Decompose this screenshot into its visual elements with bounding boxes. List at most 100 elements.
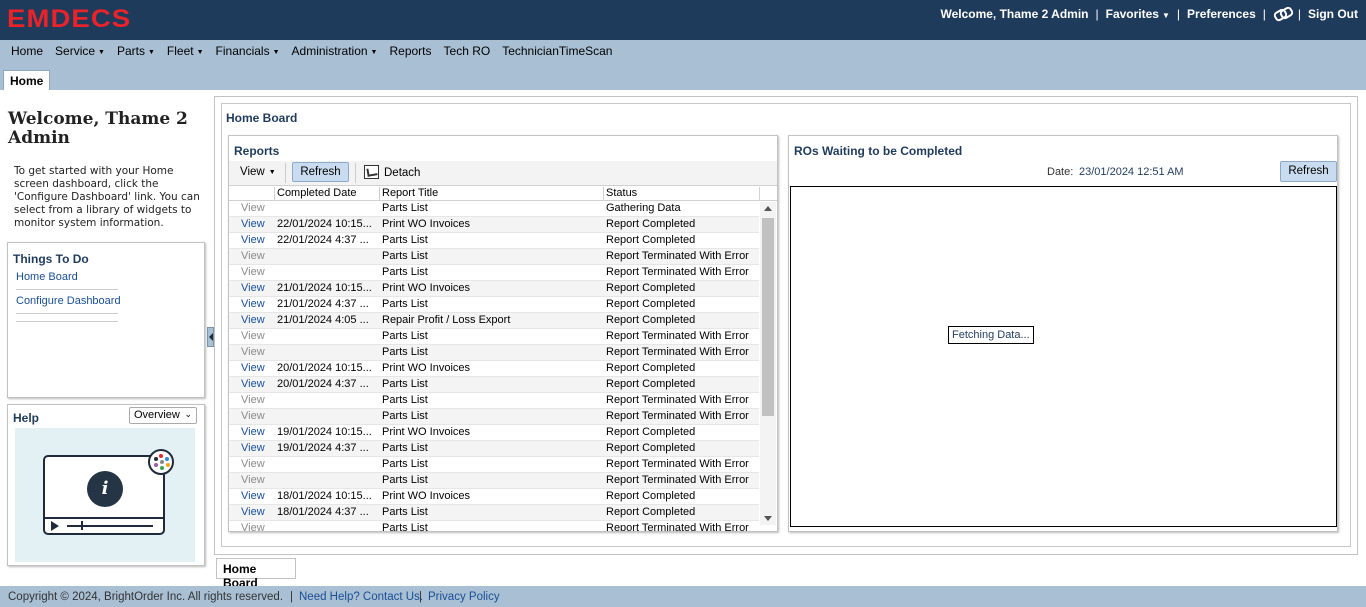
nav-item-parts[interactable]: Parts ▼ (117, 44, 155, 58)
reports-grid-header: Completed Date Report Title Status (229, 185, 777, 201)
table-row: View 20/01/2024 4:37 ... Parts List Report … (229, 377, 759, 393)
help-topic-select[interactable]: Overview ⌄ (129, 407, 197, 424)
detach-button[interactable]: Detach (384, 167, 420, 179)
report-title-cell: Print WO Invoices (382, 218, 471, 230)
scroll-up-icon[interactable] (764, 206, 772, 211)
reports-title: Reports (234, 144, 280, 158)
report-title-cell: Parts List (382, 346, 428, 358)
scroll-thumb[interactable] (762, 218, 774, 416)
completed-date-cell: 20/01/2024 4:37 ... (277, 378, 369, 390)
status-cell: Report Completed (606, 426, 696, 438)
status-cell: Gathering Data (606, 202, 681, 214)
status-cell: Report Terminated With Error (606, 346, 749, 358)
header-user-menu: Welcome, Thame 2 Admin | Favorites ▼ | Pr… (940, 7, 1358, 21)
fetching-data-indicator: Fetching Data... (948, 326, 1034, 344)
nav-item-techniciantimescan[interactable]: TechnicianTimeScan (502, 44, 612, 58)
tab-home[interactable]: Home (3, 70, 51, 90)
view-report-link: View (241, 346, 265, 358)
nav-item-financials[interactable]: Financials ▼ (216, 44, 280, 58)
view-report-link[interactable]: View (241, 506, 265, 518)
view-report-link[interactable]: View (241, 314, 265, 326)
table-row: View Parts List Report Terminated With Err… (229, 249, 759, 265)
welcome-text: To get started with your Home screen das… (14, 165, 200, 229)
help-title: Help (13, 411, 40, 425)
chevron-down-icon: ▼ (98, 49, 105, 56)
report-title-cell: Parts List (382, 330, 428, 342)
view-report-link: View (241, 394, 265, 406)
nav-item-tech-ro[interactable]: Tech RO (444, 44, 491, 58)
table-row: View Parts List Report Terminated With Err… (229, 345, 759, 361)
welcome-title: Welcome, Thame 2 Admin (8, 109, 188, 148)
nav-item-fleet[interactable]: Fleet ▼ (167, 44, 204, 58)
view-report-link[interactable]: View (241, 426, 265, 438)
favorites-menu[interactable]: Favorites ▼ (1106, 7, 1170, 21)
view-report-link: View (241, 522, 265, 531)
home-board-link[interactable]: Home Board (16, 271, 78, 283)
report-title-cell: Print WO Invoices (382, 490, 471, 502)
ros-refresh-button[interactable]: Refresh (1280, 161, 1337, 182)
status-cell: Report Completed (606, 442, 696, 454)
things-to-do-title: Things To Do (13, 252, 89, 266)
status-cell: Report Terminated With Error (606, 522, 749, 531)
preferences-link[interactable]: Preferences (1187, 7, 1256, 21)
view-report-link[interactable]: View (241, 442, 265, 454)
completed-date-cell: 22/01/2024 4:37 ... (277, 234, 369, 246)
table-row: View Parts List Report Terminated With Err… (229, 393, 759, 409)
table-row: View 21/01/2024 4:37 ... Parts List Report … (229, 297, 759, 313)
view-report-link[interactable]: View (241, 218, 265, 230)
emdecs-logo[interactable]: EMDECS (7, 5, 131, 34)
column-header-report-title[interactable]: Report Title (379, 187, 603, 201)
column-header-completed-date[interactable]: Completed Date (274, 187, 379, 201)
chevron-down-icon: ▼ (370, 49, 378, 56)
main-nav: Home Service ▼ Parts ▼ Fleet ▼ Financials ▼ Admin… (11, 44, 624, 58)
table-row: View Parts List Report Terminated With Err… (229, 457, 759, 473)
table-row: View Parts List Report Terminated With Err… (229, 265, 759, 281)
report-title-cell: Print WO Invoices (382, 282, 471, 294)
table-row: View 18/01/2024 4:37 ... Parts List Report … (229, 505, 759, 521)
table-row: View 22/01/2024 10:15... Print WO Invoices… (229, 217, 759, 233)
contact-us-link[interactable]: Need Help? Contact Us. (299, 591, 423, 603)
status-cell: Report Completed (606, 378, 696, 390)
status-cell: Report Completed (606, 362, 696, 374)
status-cell: Report Terminated With Error (606, 458, 749, 470)
table-row: View 21/01/2024 4:05 ... Repair Profit / L… (229, 313, 759, 329)
view-report-link[interactable]: View (241, 378, 265, 390)
completed-date-cell: 18/01/2024 4:37 ... (277, 506, 369, 518)
detach-icon[interactable] (364, 165, 379, 179)
view-menu[interactable]: View ▼ (240, 166, 276, 178)
report-title-cell: Print WO Invoices (382, 426, 471, 438)
help-video-thumbnail[interactable]: i (15, 428, 195, 562)
table-row: View Parts List Report Terminated With Err… (229, 473, 759, 489)
configure-dashboard-link[interactable]: Configure Dashboard (16, 295, 121, 307)
nav-item-home[interactable]: Home (11, 44, 43, 58)
view-report-link[interactable]: View (241, 298, 265, 310)
chevron-down-icon: ⌄ (184, 409, 192, 419)
view-report-link: View (241, 458, 265, 470)
sign-out-link[interactable]: Sign Out (1308, 7, 1358, 21)
view-report-link[interactable]: View (241, 490, 265, 502)
view-report-link[interactable]: View (241, 282, 265, 294)
privacy-policy-link[interactable]: Privacy Policy (428, 591, 500, 603)
reports-grid-body: View Parts List Gathering Data View 22/01/20… (229, 201, 759, 531)
report-title-cell: Parts List (382, 442, 428, 454)
link-icon[interactable] (1273, 8, 1291, 20)
help-panel: Help Overview ⌄ i (7, 404, 205, 566)
view-report-link: View (241, 330, 265, 342)
nav-item-administration[interactable]: Administration ▼ (292, 44, 378, 58)
reports-refresh-button[interactable]: Refresh (292, 162, 349, 182)
scroll-down-icon[interactable] (764, 516, 772, 521)
report-title-cell: Parts List (382, 458, 428, 470)
nav-item-service[interactable]: Service ▼ (55, 44, 105, 58)
collapse-sidebar-handle[interactable] (207, 327, 214, 347)
reports-scrollbar[interactable] (760, 202, 776, 525)
report-title-cell: Parts List (382, 506, 428, 518)
board-title: Home Board (226, 111, 298, 125)
divider (16, 313, 118, 314)
view-report-link[interactable]: View (241, 362, 265, 374)
status-cell: Report Terminated With Error (606, 250, 749, 262)
view-report-link[interactable]: View (241, 234, 265, 246)
report-title-cell: Parts List (382, 522, 428, 531)
column-header-status[interactable]: Status (603, 187, 759, 201)
tab-home-board[interactable]: Home Board (216, 558, 296, 590)
nav-item-reports[interactable]: Reports (389, 44, 431, 58)
